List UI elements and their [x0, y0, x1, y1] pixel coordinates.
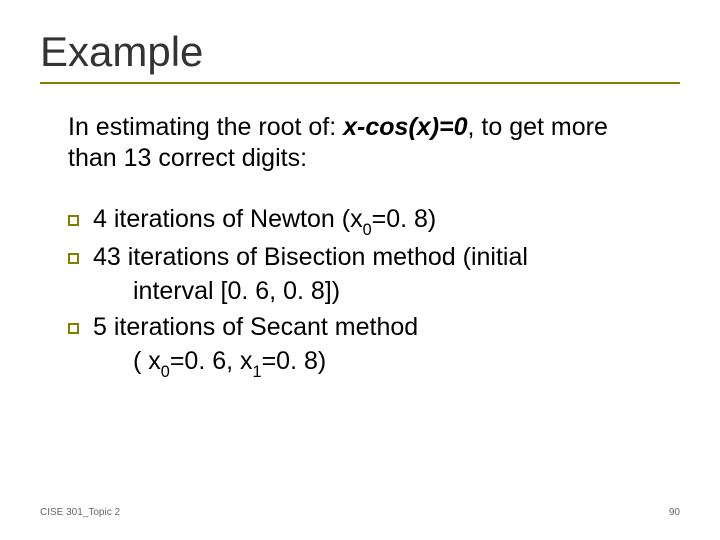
- bullet1-subscript: 0: [363, 221, 372, 239]
- intro-prefix: In estimating the root of:: [68, 113, 343, 141]
- bullet3-part-b: =0. 6, x: [170, 347, 253, 375]
- bullet-text-1: 4 iterations of Newton (x0=0. 8): [93, 203, 668, 240]
- bullet1-part-a: 4 iterations of Newton (x: [93, 205, 363, 233]
- bullet3-part-a: ( x: [133, 347, 161, 375]
- bullet-list: 4 iterations of Newton (x0=0. 8) 43 iter…: [68, 203, 668, 382]
- footer-course-label: CISE 301_Topic 2: [40, 507, 120, 518]
- intro-paragraph: In estimating the root of: x-cos(x)=0, t…: [68, 112, 658, 175]
- square-bullet-icon: [68, 323, 79, 334]
- square-bullet-icon: [68, 215, 79, 226]
- intro-equation: x-cos(x)=0: [343, 113, 467, 141]
- list-item: 4 iterations of Newton (x0=0. 8): [68, 203, 668, 240]
- square-bullet-icon: [68, 253, 79, 264]
- bullet3-sub0: 0: [161, 363, 170, 381]
- list-item: 43 iterations of Bisection method (initi…: [68, 241, 668, 309]
- bullet2-line1: 43 iterations of Bisection method (initi…: [93, 243, 528, 271]
- title-underline: [40, 82, 680, 84]
- bullet-text-2: 43 iterations of Bisection method (initi…: [93, 241, 668, 309]
- bullet-text-3: 5 iterations of Secant method ( x0=0. 6,…: [93, 311, 668, 382]
- presentation-slide: Example In estimating the root of: x-cos…: [0, 0, 720, 540]
- bullet1-part-b: =0. 8): [372, 205, 437, 233]
- list-item: 5 iterations of Secant method ( x0=0. 6,…: [68, 311, 668, 382]
- bullet2-line2: interval [0. 6, 0. 8]): [93, 275, 668, 309]
- bullet3-line2: ( x0=0. 6, x1=0. 8): [93, 345, 668, 382]
- bullet3-sub1: 1: [253, 363, 262, 381]
- bullet3-line1: 5 iterations of Secant method: [93, 313, 418, 341]
- bullet3-part-c: =0. 8): [262, 347, 327, 375]
- slide-number: 90: [669, 507, 680, 518]
- slide-title: Example: [40, 28, 680, 76]
